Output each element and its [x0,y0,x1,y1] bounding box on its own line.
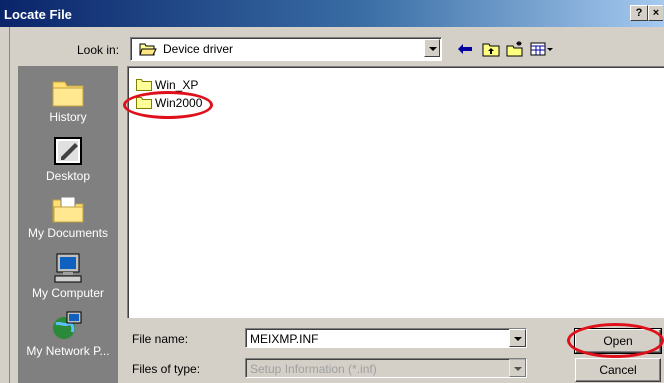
desktop-icon [54,137,82,165]
file-name-field[interactable]: MEIXMP.INF [245,328,527,348]
look-in-value: Device driver [163,42,234,56]
open-button[interactable]: Open [574,328,662,354]
help-button[interactable]: ? [630,5,648,21]
list-item-label: Win2000 [155,96,203,110]
folder-icon [136,97,152,109]
window-title: Locate File [4,7,72,22]
file-list[interactable]: Win_XP Win2000 [127,66,664,318]
list-item-label: Win_XP [155,78,199,92]
file-name-dropdown-arrow[interactable] [509,329,526,347]
place-history[interactable]: History [18,78,118,124]
place-label: History [49,110,87,124]
my-computer-icon [54,253,82,283]
file-type-label: Files of type: [132,362,201,376]
new-folder-icon[interactable] [506,41,524,57]
file-name-label: File name: [132,332,189,346]
folder-icon [136,79,152,91]
place-network[interactable]: My Network P... [18,310,118,358]
cancel-button[interactable]: Cancel [575,358,661,382]
window-edge-line [9,27,10,383]
network-places-icon [53,311,82,339]
file-type-value: Setup Information (*.inf) [250,362,377,376]
my-documents-icon [52,196,84,223]
look-in-dropdown-arrow[interactable] [424,39,440,57]
place-desktop[interactable]: Desktop [18,135,118,183]
place-label: My Network P... [26,344,110,358]
places-bar: History Desktop My Documents My Computer [18,66,118,383]
place-my-documents[interactable]: My Documents [18,194,118,240]
place-label: My Documents [27,226,109,240]
close-button[interactable]: × [648,5,663,21]
place-my-computer[interactable]: My Computer [18,252,118,300]
file-type-dropdown-arrow[interactable] [509,359,526,377]
file-type-dropdown[interactable]: Setup Information (*.inf) [245,358,527,378]
look-in-dropdown[interactable]: Device driver [130,37,442,61]
folder-open-icon [139,43,157,56]
history-icon [52,81,84,107]
window-edge [0,27,8,383]
back-icon[interactable] [456,41,474,57]
up-folder-icon[interactable] [482,41,500,57]
view-menu-icon[interactable] [530,41,554,57]
place-label: Desktop [45,169,91,183]
place-label: My Computer [31,286,105,300]
look-in-label: Look in: [77,43,120,57]
file-name-value: MEIXMP.INF [250,332,319,346]
title-bar[interactable]: Locate File ? × [0,0,664,27]
